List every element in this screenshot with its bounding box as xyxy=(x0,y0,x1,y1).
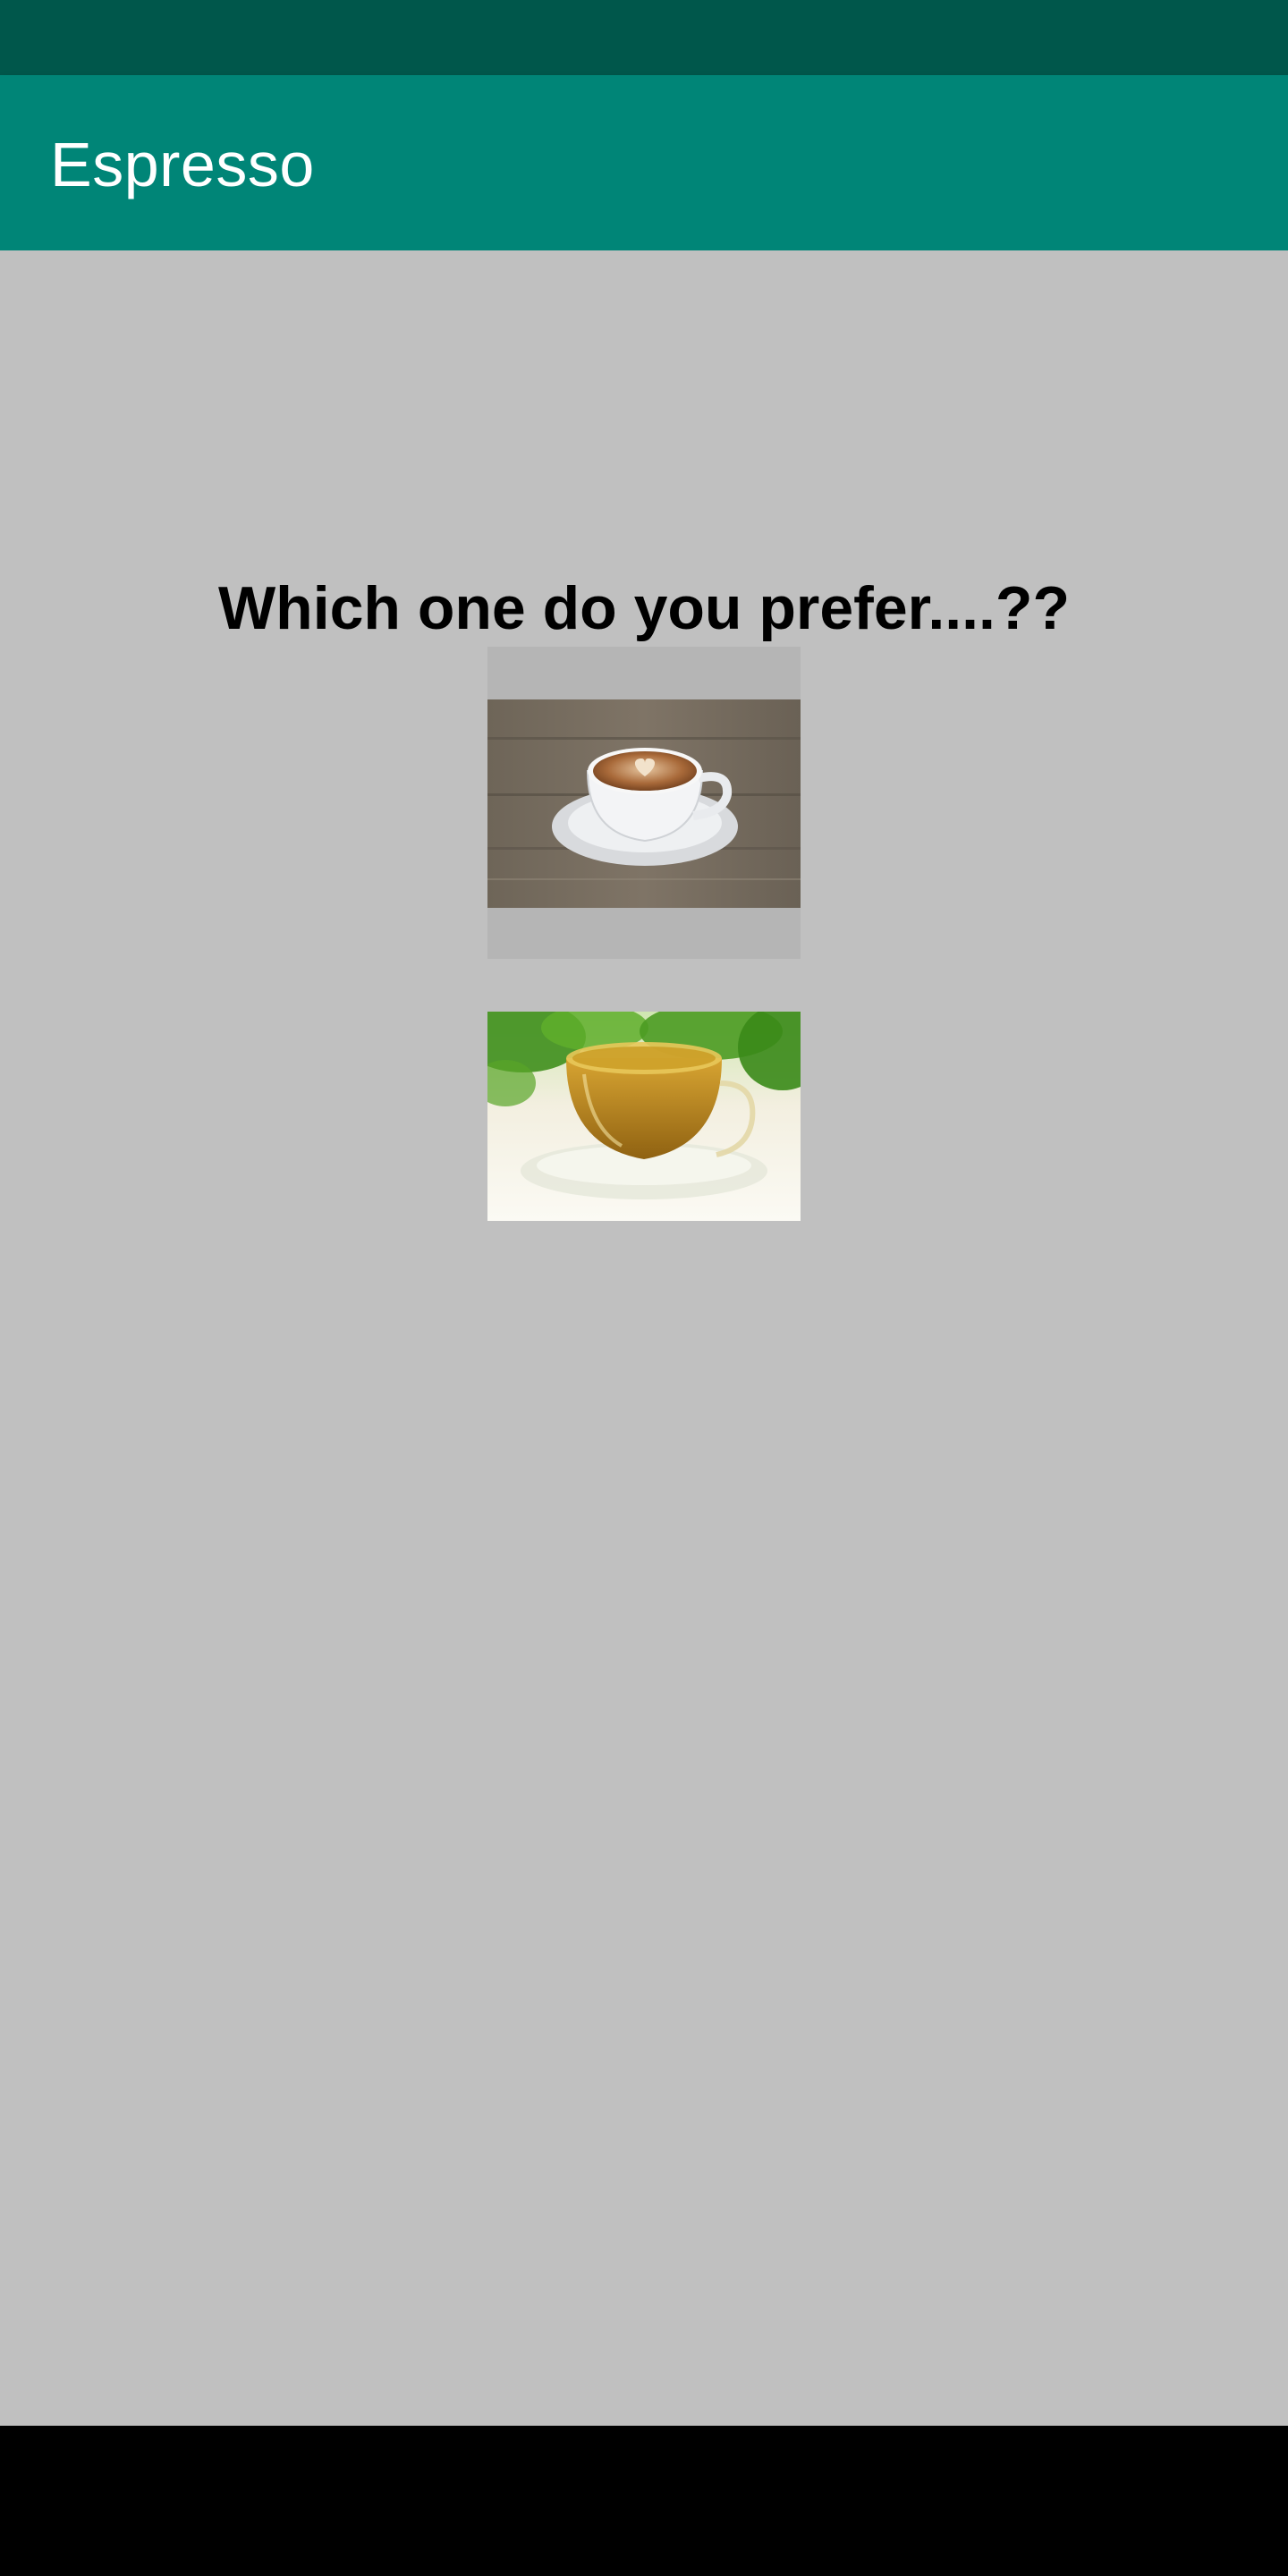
main-content: Which one do you prefer....?? xyxy=(0,250,1288,2426)
system-navigation-bar xyxy=(0,2426,1288,2576)
app-title: Espresso xyxy=(50,130,315,199)
tea-cup-image xyxy=(487,1012,801,1221)
coffee-choice-button[interactable] xyxy=(487,647,801,959)
question-heading: Which one do you prefer....?? xyxy=(217,574,1071,642)
tea-choice-button[interactable] xyxy=(487,1012,801,1221)
app-bar: Espresso xyxy=(0,75,1288,250)
latte-cup-image xyxy=(487,699,801,908)
status-bar xyxy=(0,0,1288,75)
